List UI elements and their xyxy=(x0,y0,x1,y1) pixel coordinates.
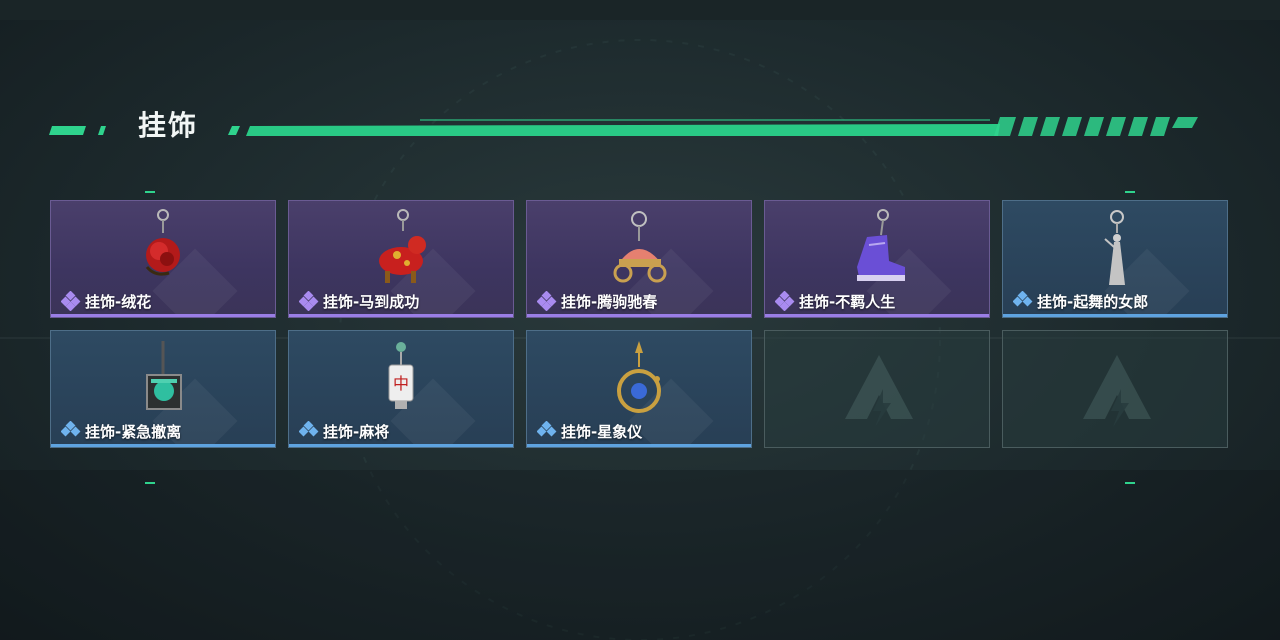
mahjong-charm-icon: 中 xyxy=(388,342,414,409)
empty-slot[interactable] xyxy=(1002,330,1228,448)
rarity-bar xyxy=(527,444,751,447)
orrery-charm-icon xyxy=(617,341,661,413)
charm-slot-6[interactable]: 挂饰-紧急撤离 xyxy=(50,330,276,448)
charm-slot-2[interactable]: 挂饰-马到成功 xyxy=(288,200,514,318)
rarity-blue-icon xyxy=(61,421,81,437)
rarity-bar xyxy=(527,314,751,317)
corner-mark xyxy=(145,191,155,193)
charm-label: 挂饰-不羁人生 xyxy=(775,291,895,311)
charm-label: 挂饰-马到成功 xyxy=(299,291,419,311)
empty-slot-logo-icon xyxy=(1083,355,1151,427)
horse-charm-icon xyxy=(379,209,426,283)
rarity-bar xyxy=(51,444,275,447)
charm-label: 挂饰-紧急撤离 xyxy=(61,421,181,441)
dancer-charm-icon xyxy=(1104,210,1125,285)
carriage-charm-icon xyxy=(613,211,667,283)
rarity-bar xyxy=(765,314,989,317)
charm-grid: 挂饰-绒花 挂饰-马到成功 挂饰-腾驹驰春 挂饰-不羁人生 挂饰-起舞的女郎 挂… xyxy=(50,200,1230,450)
rarity-bar xyxy=(1003,314,1227,317)
charm-label: 挂饰-星象仪 xyxy=(537,421,642,441)
rarity-purple-icon xyxy=(775,291,795,311)
charm-slot-4[interactable]: 挂饰-不羁人生 xyxy=(764,200,990,318)
corner-mark xyxy=(1125,482,1135,484)
rarity-purple-icon xyxy=(537,291,557,311)
charm-slot-1[interactable]: 挂饰-绒花 xyxy=(50,200,276,318)
charm-slot-5[interactable]: 挂饰-起舞的女郎 xyxy=(1002,200,1228,318)
emergency-tag-charm-icon xyxy=(146,341,182,410)
rarity-blue-icon xyxy=(537,421,557,437)
rarity-purple-icon xyxy=(61,291,81,311)
charm-label: 挂饰-麻将 xyxy=(299,421,389,441)
charm-slot-7[interactable]: 中 挂饰-麻将 xyxy=(288,330,514,448)
charm-slot-8[interactable]: 挂饰-星象仪 xyxy=(526,330,752,448)
svg-text:中: 中 xyxy=(393,374,409,393)
rarity-bar xyxy=(289,314,513,317)
corner-mark xyxy=(1125,191,1135,193)
corner-mark xyxy=(145,482,155,484)
rarity-blue-icon xyxy=(1013,291,1033,307)
rarity-blue-icon xyxy=(299,421,319,437)
rarity-bar xyxy=(289,444,513,447)
rarity-bar xyxy=(51,314,275,317)
sneaker-charm-icon xyxy=(857,209,905,281)
empty-slot[interactable] xyxy=(764,330,990,448)
charm-label: 挂饰-起舞的女郎 xyxy=(1013,291,1148,311)
charm-slot-3[interactable]: 挂饰-腾驹驰春 xyxy=(526,200,752,318)
section-title: 挂饰 xyxy=(138,109,199,142)
charm-label: 挂饰-绒花 xyxy=(61,291,151,311)
rarity-purple-icon xyxy=(299,291,319,311)
empty-slot-logo-icon xyxy=(845,355,913,427)
rose-charm-icon xyxy=(145,209,180,276)
charm-label: 挂饰-腾驹驰春 xyxy=(537,291,657,311)
